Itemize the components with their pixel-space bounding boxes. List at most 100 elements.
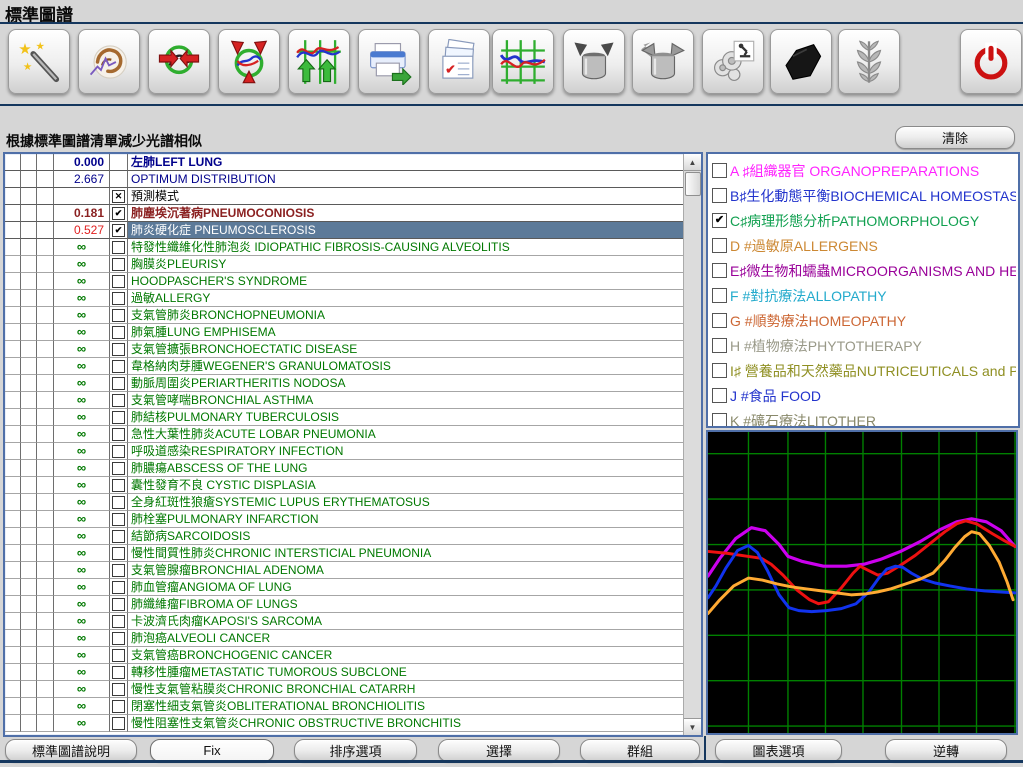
container-take-button[interactable] (632, 29, 694, 94)
row-checkbox[interactable] (110, 290, 128, 307)
category-item[interactable]: I♯ 營養品和天然藥品NUTRICEUTICALS and PAR (710, 358, 1016, 383)
row-label[interactable]: 肺泡癌ALVEOLI CANCER (128, 630, 684, 647)
category-item[interactable]: D #過敏原ALLERGENS (710, 233, 1016, 258)
row-label[interactable]: 肺結核PULMONARY TUBERCULOSIS (128, 409, 684, 426)
category-checkbox[interactable] (712, 188, 727, 203)
row-checkbox[interactable] (110, 375, 128, 392)
print-button[interactable] (358, 29, 420, 94)
table-row[interactable]: ∞動脈周圍炎PERIARTHERITIS NODOSA (5, 375, 684, 392)
row-label[interactable]: 慢性間質性肺炎CHRONIC INTERSTICIAL PNEUMONIA (128, 545, 684, 562)
row-label[interactable]: HOODPASCHER'S SYNDROME (128, 273, 684, 290)
row-label[interactable]: 肺纖維瘤FIBROMA OF LUNGS (128, 596, 684, 613)
row-label[interactable]: 急性大葉性肺炎ACUTE LOBAR PNEUMONIA (128, 426, 684, 443)
category-item[interactable]: H #植物療法PHYTOTHERAPY (710, 333, 1016, 358)
table-row[interactable]: ∞轉移性腫瘤METASTATIC TUMOROUS SUBCLONE (5, 664, 684, 681)
table-row[interactable]: ∞呼吸道感染RESPIRATORY INFECTION (5, 443, 684, 460)
row-label[interactable]: 支氣管肺炎BRONCHOPNEUMONIA (128, 307, 684, 324)
row-label[interactable]: 卡波濟氏肉瘤KAPOSI'S SARCOMA (128, 613, 684, 630)
row-checkbox[interactable]: ✔ (110, 205, 128, 222)
row-checkbox[interactable] (110, 613, 128, 630)
row-label[interactable]: 胸膜炎PLEURISY (128, 256, 684, 273)
row-checkbox[interactable] (110, 494, 128, 511)
category-checkbox[interactable] (712, 263, 727, 278)
organ-research-button[interactable] (78, 29, 140, 94)
category-checkbox[interactable]: ✔ (712, 213, 727, 228)
etalon-info-button[interactable]: 標準圖譜說明 (5, 739, 137, 762)
table-row[interactable]: ∞肺氣腫LUNG EMPHISEMA (5, 324, 684, 341)
category-item[interactable]: G #順勢療法HOMEOPATHY (710, 308, 1016, 333)
table-row[interactable]: ∞肺泡癌ALVEOLI CANCER (5, 630, 684, 647)
row-checkbox[interactable] (110, 307, 128, 324)
scroll-down-button[interactable]: ▼ (684, 718, 701, 735)
exit-button[interactable] (960, 29, 1022, 94)
row-checkbox[interactable] (110, 681, 128, 698)
table-row[interactable]: ∞肺膿瘍ABSCESS OF THE LUNG (5, 460, 684, 477)
category-checkbox[interactable] (712, 238, 727, 253)
group-button[interactable]: 群組 (580, 739, 700, 762)
table-row[interactable]: ∞急性大葉性肺炎ACUTE LOBAR PNEUMONIA (5, 426, 684, 443)
row-label[interactable]: 肺塵埃沉著病PNEUMOCONIOSIS (128, 205, 684, 222)
category-checkbox[interactable] (712, 288, 727, 303)
row-label[interactable]: OPTIMUM DISTRIBUTION (128, 171, 684, 188)
category-checkbox[interactable] (712, 163, 727, 178)
row-label[interactable]: 全身紅斑性狼瘡SYSTEMIC LUPUS ERYTHEMATOSUS (128, 494, 684, 511)
row-checkbox[interactable] (110, 409, 128, 426)
chart-options-button[interactable]: 圖表選項 (715, 739, 842, 762)
table-row[interactable]: ✕預測模式 (5, 188, 684, 205)
table-row[interactable]: ∞結節病SARCOIDOSIS (5, 528, 684, 545)
row-label[interactable]: 預測模式 (128, 188, 684, 205)
scrollbar-thumb[interactable] (685, 172, 701, 196)
table-row[interactable]: ∞支氣管腺瘤BRONCHIAL ADENOMA (5, 562, 684, 579)
category-checkbox[interactable] (712, 413, 727, 428)
row-label[interactable]: 閉塞性細支氣管炎OBLITERATIONAL BRONCHIOLITIS (128, 698, 684, 715)
row-checkbox[interactable] (110, 647, 128, 664)
row-label[interactable]: 過敏ALLERGY (128, 290, 684, 307)
row-label[interactable]: 呼吸道感染RESPIRATORY INFECTION (128, 443, 684, 460)
row-checkbox[interactable] (110, 545, 128, 562)
row-checkbox[interactable] (110, 426, 128, 443)
row-label[interactable]: 支氣管癌BRONCHOGENIC CANCER (128, 647, 684, 664)
row-label[interactable]: 支氣管腺瘤BRONCHIAL ADENOMA (128, 562, 684, 579)
select-button[interactable]: 選擇 (438, 739, 560, 762)
category-item[interactable]: B♯生化動態平衡BIOCHEMICAL HOMEOSTASIS (710, 183, 1016, 208)
spectral-similarity-button[interactable] (288, 29, 350, 94)
category-item[interactable]: ✔C♯病理形態分析PATHOMORPHOLOGY (710, 208, 1016, 233)
row-checkbox[interactable] (110, 460, 128, 477)
table-row[interactable]: ∞卡波濟氏肉瘤KAPOSI'S SARCOMA (5, 613, 684, 630)
category-item[interactable]: F #對抗療法ALLOPATHY (710, 283, 1016, 308)
table-row[interactable]: 0.181✔肺塵埃沉著病PNEUMOCONIOSIS (5, 205, 684, 222)
row-checkbox[interactable]: ✔ (110, 222, 128, 239)
row-label[interactable]: 慢性阻塞性支氣管炎CHRONIC OBSTRUCTIVE BRONCHITIS (128, 715, 684, 732)
table-row[interactable]: ∞慢性阻塞性支氣管炎CHRONIC OBSTRUCTIVE BRONCHITIS (5, 715, 684, 732)
table-row[interactable]: ∞肺血管瘤ANGIOMA OF LUNG (5, 579, 684, 596)
table-row[interactable]: ∞支氣管哮喘BRONCHIAL ASTHMA (5, 392, 684, 409)
table-row[interactable]: ∞閉塞性細支氣管炎OBLITERATIONAL BRONCHIOLITIS (5, 698, 684, 715)
vegeto-test-button[interactable] (218, 29, 280, 94)
category-checkbox[interactable] (712, 388, 727, 403)
row-checkbox[interactable] (110, 273, 128, 290)
table-row[interactable]: 0.527✔肺炎硬化症 PNEUMOSCLEROSIS (5, 222, 684, 239)
etalons-wizard-button[interactable]: ★ ★ ★ (8, 29, 70, 94)
row-checkbox[interactable] (110, 579, 128, 596)
table-row[interactable]: 2.667OPTIMUM DISTRIBUTION (5, 171, 684, 188)
table-row[interactable]: ∞HOODPASCHER'S SYNDROME (5, 273, 684, 290)
category-checkbox[interactable] (712, 313, 727, 328)
scroll-up-button[interactable]: ▲ (684, 154, 701, 171)
row-label[interactable]: 慢性支氣管粘膜炎CHRONIC BRONCHIAL CATARRH (128, 681, 684, 698)
fix-button[interactable]: Fix (150, 739, 274, 762)
row-checkbox[interactable] (110, 171, 128, 188)
graph-view-button[interactable] (492, 29, 554, 94)
category-item[interactable]: J #食品 FOOD (710, 383, 1016, 408)
table-row[interactable]: ∞過敏ALLERGY (5, 290, 684, 307)
row-checkbox[interactable] (110, 154, 128, 171)
row-checkbox[interactable] (110, 528, 128, 545)
category-item[interactable]: K #礦石療法LITOTHER (710, 408, 1016, 428)
row-label[interactable]: 動脈周圍炎PERIARTHERITIS NODOSA (128, 375, 684, 392)
row-checkbox[interactable] (110, 239, 128, 256)
row-label[interactable]: 左肺LEFT LUNG (128, 154, 684, 171)
category-checkbox[interactable] (712, 363, 727, 378)
row-checkbox[interactable] (110, 392, 128, 409)
category-checkbox[interactable] (712, 338, 727, 353)
row-label[interactable]: 肺氣腫LUNG EMPHISEMA (128, 324, 684, 341)
row-checkbox[interactable] (110, 324, 128, 341)
